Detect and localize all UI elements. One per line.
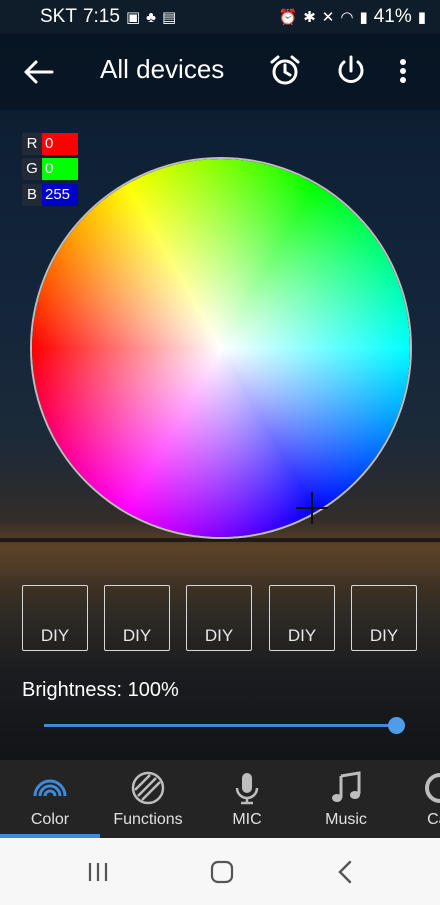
tab-functions[interactable]: Functions <box>100 760 196 838</box>
clock: 7:15 <box>82 6 120 27</box>
signal-icon: ▮ <box>359 8 368 26</box>
tab-mic[interactable]: MIC <box>196 760 298 838</box>
gallery-icon: ▣ <box>125 8 141 26</box>
brightness-slider-track[interactable] <box>44 724 396 727</box>
blue-value-badge: B 255 <box>22 184 78 206</box>
green-value: 0 <box>42 158 78 180</box>
diy-button-3[interactable]: DIY <box>186 585 252 651</box>
blue-label: B <box>22 184 42 206</box>
music-note-icon <box>332 771 361 802</box>
green-label: G <box>22 158 42 180</box>
tab-car[interactable]: Car <box>410 760 440 838</box>
functions-icon <box>131 771 165 805</box>
red-value-badge: R 0 <box>22 133 78 155</box>
rainbow-icon <box>33 779 67 797</box>
more-vert-icon[interactable] <box>393 54 413 88</box>
brightness-label: Brightness: 100% <box>22 679 179 701</box>
color-picker-crosshair[interactable] <box>296 492 328 524</box>
tab-color[interactable]: Color <box>0 760 100 838</box>
red-label: R <box>22 133 42 155</box>
mute-icon: ✕ <box>321 8 335 26</box>
tab-color-label: Color <box>30 811 70 828</box>
battery-percent: 41% <box>373 6 412 27</box>
microphone-icon <box>235 773 259 805</box>
green-value-badge: G 0 <box>22 158 78 180</box>
camera-icon <box>425 773 440 803</box>
diy-button-4[interactable]: DIY <box>269 585 335 651</box>
carrier: SKT <box>40 6 77 27</box>
diy-button-5[interactable]: DIY <box>351 585 417 651</box>
download-icon: ▤ <box>161 8 177 26</box>
bottom-tab-bar: Color Functions MIC Music Car <box>0 760 440 838</box>
back-arrow-icon[interactable] <box>22 58 54 86</box>
app-notification-icon: ♣ <box>146 8 156 26</box>
tab-mic-label: MIC <box>232 811 262 828</box>
diy-button-1[interactable]: DIY <box>22 585 88 651</box>
bluetooth-icon: ✱ <box>303 8 316 26</box>
battery-icon: ▮ <box>417 8 426 26</box>
color-wheel[interactable] <box>30 157 412 539</box>
system-navigation-bar <box>0 838 440 905</box>
back-icon[interactable] <box>330 856 362 888</box>
power-icon[interactable] <box>334 54 368 88</box>
status-bar: SKT 7:15 ▣ ♣ ▤ ⏰ ✱ ✕ ◠ ▮ 41% ▮ <box>0 0 440 34</box>
tab-functions-label: Functions <box>113 811 183 828</box>
page-title: All devices <box>100 54 225 84</box>
color-wheel-gradient[interactable] <box>32 159 410 537</box>
blue-value: 255 <box>42 184 78 206</box>
brightness-slider-thumb[interactable] <box>387 717 405 734</box>
alarm-clock-icon[interactable] <box>268 54 302 88</box>
wifi-icon: ◠ <box>340 8 354 26</box>
alarm-icon: ⏰ <box>278 8 298 26</box>
red-value: 0 <box>42 133 78 155</box>
tab-music[interactable]: Music <box>298 760 394 838</box>
tab-car-label: Car <box>427 811 440 828</box>
app-header: All devices <box>0 34 440 110</box>
home-icon[interactable] <box>206 856 238 888</box>
recents-icon[interactable] <box>82 856 114 888</box>
diy-button-2[interactable]: DIY <box>104 585 170 651</box>
tab-music-label: Music <box>325 811 367 828</box>
